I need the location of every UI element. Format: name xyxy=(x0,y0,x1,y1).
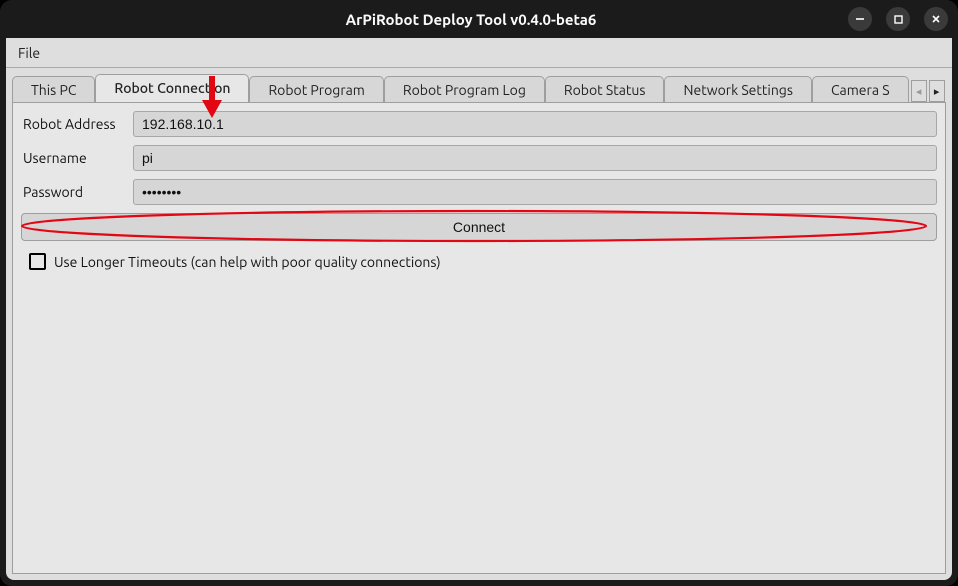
tabs-row: This PC Robot Connection Robot Program R… xyxy=(6,72,952,102)
row-longer-timeouts: Use Longer Timeouts (can help with poor … xyxy=(21,253,937,270)
tab-network-settings[interactable]: Network Settings xyxy=(664,76,811,102)
label-robot-address: Robot Address xyxy=(21,116,133,132)
tab-scroll-right[interactable]: ▸ xyxy=(929,80,945,102)
tab-robot-program[interactable]: Robot Program xyxy=(249,76,383,102)
tab-this-pc[interactable]: This PC xyxy=(12,76,95,102)
menu-file[interactable]: File xyxy=(8,38,54,67)
tab-robot-program-log[interactable]: Robot Program Log xyxy=(384,76,545,102)
minimize-button[interactable] xyxy=(848,7,872,31)
input-username[interactable] xyxy=(133,145,937,171)
tab-scroll-arrows: ◂ ▸ xyxy=(911,80,945,102)
close-button[interactable] xyxy=(924,7,948,31)
connect-button[interactable]: Connect xyxy=(21,213,937,241)
checkbox-longer-timeouts[interactable] xyxy=(29,253,46,270)
chevron-right-icon: ▸ xyxy=(934,85,940,98)
chevron-left-icon: ◂ xyxy=(916,85,922,98)
input-robot-address[interactable] xyxy=(133,111,937,137)
label-username: Username xyxy=(21,150,133,166)
row-password: Password xyxy=(21,179,937,205)
client-area: File This PC Robot Connection Robot Prog… xyxy=(6,38,952,580)
label-longer-timeouts: Use Longer Timeouts (can help with poor … xyxy=(54,254,441,270)
tab-robot-connection[interactable]: Robot Connection xyxy=(95,74,249,102)
tab-robot-status[interactable]: Robot Status xyxy=(545,76,665,102)
row-robot-address: Robot Address xyxy=(21,111,937,137)
menubar: File xyxy=(6,38,952,68)
maximize-icon xyxy=(893,14,904,25)
label-password: Password xyxy=(21,184,133,200)
window-frame: ArPiRobot Deploy Tool v0.4.0-beta6 File … xyxy=(0,0,958,586)
maximize-button[interactable] xyxy=(886,7,910,31)
tab-camera-s[interactable]: Camera S xyxy=(812,76,909,102)
close-icon xyxy=(930,13,942,25)
minimize-icon xyxy=(854,13,866,25)
row-username: Username xyxy=(21,145,937,171)
titlebar: ArPiRobot Deploy Tool v0.4.0-beta6 xyxy=(0,0,958,38)
tab-content-robot-connection: Robot Address Username Password Connect … xyxy=(12,102,946,574)
input-password[interactable] xyxy=(133,179,937,205)
window-controls xyxy=(848,7,948,31)
window-title: ArPiRobot Deploy Tool v0.4.0-beta6 xyxy=(94,11,848,28)
tab-scroll-left[interactable]: ◂ xyxy=(911,80,927,102)
